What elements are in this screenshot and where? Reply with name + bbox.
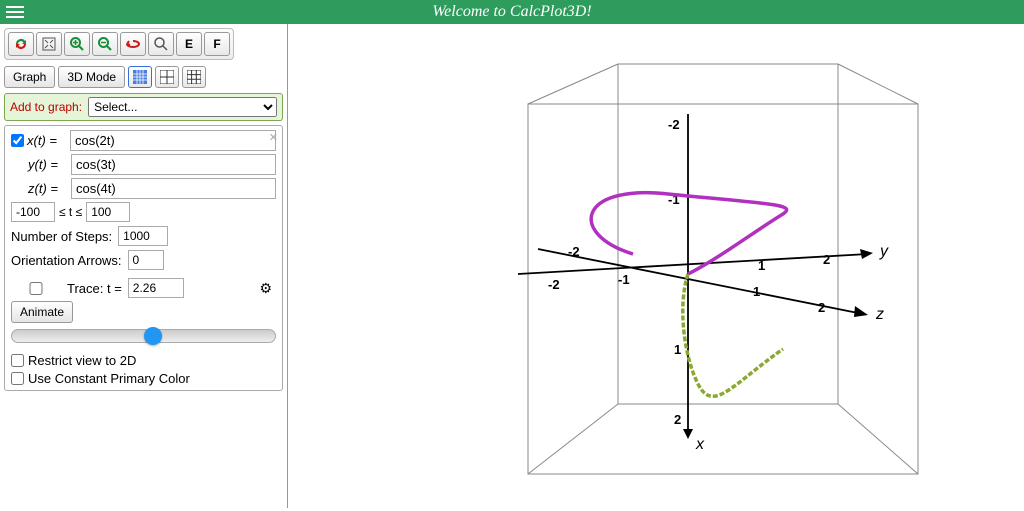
fit-icon[interactable] — [36, 32, 62, 56]
control-panel: E F Graph 3D Mode Add to graph: Select..… — [0, 24, 288, 508]
page-title: Welcome to CalcPlot3D! — [432, 3, 591, 21]
zoom-in-icon[interactable] — [64, 32, 90, 56]
color-checkbox[interactable] — [11, 372, 24, 385]
search-icon[interactable] — [148, 32, 174, 56]
svg-text:-2: -2 — [568, 244, 580, 259]
svg-text:2: 2 — [674, 412, 681, 427]
plot-3d[interactable]: x y z -2 -1 1 2 -2 -1 1 2 -2 1 2 — [288, 24, 1024, 508]
arrows-label: Orientation Arrows: — [11, 253, 122, 268]
trace-checkbox[interactable] — [11, 282, 61, 295]
svg-text:1: 1 — [758, 258, 765, 273]
svg-text:-1: -1 — [618, 272, 630, 287]
menu-icon[interactable] — [0, 0, 28, 24]
animate-button[interactable]: Animate — [11, 301, 73, 323]
y-axis-label: y — [879, 243, 889, 260]
grid-calendar-icon[interactable] — [128, 66, 152, 88]
arrows-input[interactable] — [128, 250, 164, 270]
y-label: y(t) = — [28, 157, 68, 172]
close-icon[interactable]: ✕ — [269, 131, 278, 144]
steps-label: Number of Steps: — [11, 229, 112, 244]
add-to-graph-row: Add to graph: Select... — [4, 93, 283, 121]
svg-text:2: 2 — [818, 300, 825, 315]
bounds-rel: ≤ t ≤ — [59, 205, 82, 219]
z-axis-label: z — [875, 306, 884, 323]
f-button[interactable]: F — [204, 32, 230, 56]
grid-2-icon[interactable] — [155, 66, 179, 88]
mode-button[interactable]: 3D Mode — [58, 66, 125, 88]
color-label: Use Constant Primary Color — [28, 371, 190, 386]
trace-input[interactable] — [128, 278, 184, 298]
rotate-icon[interactable] — [8, 32, 34, 56]
svg-text:-2: -2 — [548, 277, 560, 292]
gear-icon[interactable]: ⚙ — [259, 280, 272, 297]
z-input[interactable] — [71, 178, 276, 199]
add-select[interactable]: Select... — [88, 97, 277, 117]
svg-text:1: 1 — [753, 284, 760, 299]
x-label: x(t) = — [27, 133, 67, 148]
undo-icon[interactable] — [120, 32, 146, 56]
toolbar: E F — [4, 28, 234, 60]
svg-text:-2: -2 — [668, 117, 680, 132]
add-label: Add to graph: — [10, 100, 82, 114]
trace-label: Trace: t = — [67, 281, 122, 296]
equations-panel: x(t) = ✕ y(t) = z(t) = ≤ t ≤ Number of S… — [4, 125, 283, 391]
y-input[interactable] — [71, 154, 276, 175]
svg-text:2: 2 — [823, 252, 830, 267]
zoom-out-icon[interactable] — [92, 32, 118, 56]
z-label: z(t) = — [28, 181, 68, 196]
enable-checkbox[interactable] — [11, 134, 24, 147]
trace-slider[interactable] — [11, 329, 276, 343]
restrict-checkbox[interactable] — [11, 354, 24, 367]
x-axis-label: x — [695, 436, 705, 453]
graph-button[interactable]: Graph — [4, 66, 55, 88]
slider-thumb[interactable] — [144, 327, 162, 345]
steps-input[interactable] — [118, 226, 168, 246]
tmin-input[interactable] — [11, 202, 55, 222]
e-button[interactable]: E — [176, 32, 202, 56]
tmax-input[interactable] — [86, 202, 130, 222]
x-input[interactable] — [70, 130, 276, 151]
grid-3-icon[interactable] — [182, 66, 206, 88]
svg-text:1: 1 — [674, 342, 681, 357]
restrict-label: Restrict view to 2D — [28, 353, 136, 368]
